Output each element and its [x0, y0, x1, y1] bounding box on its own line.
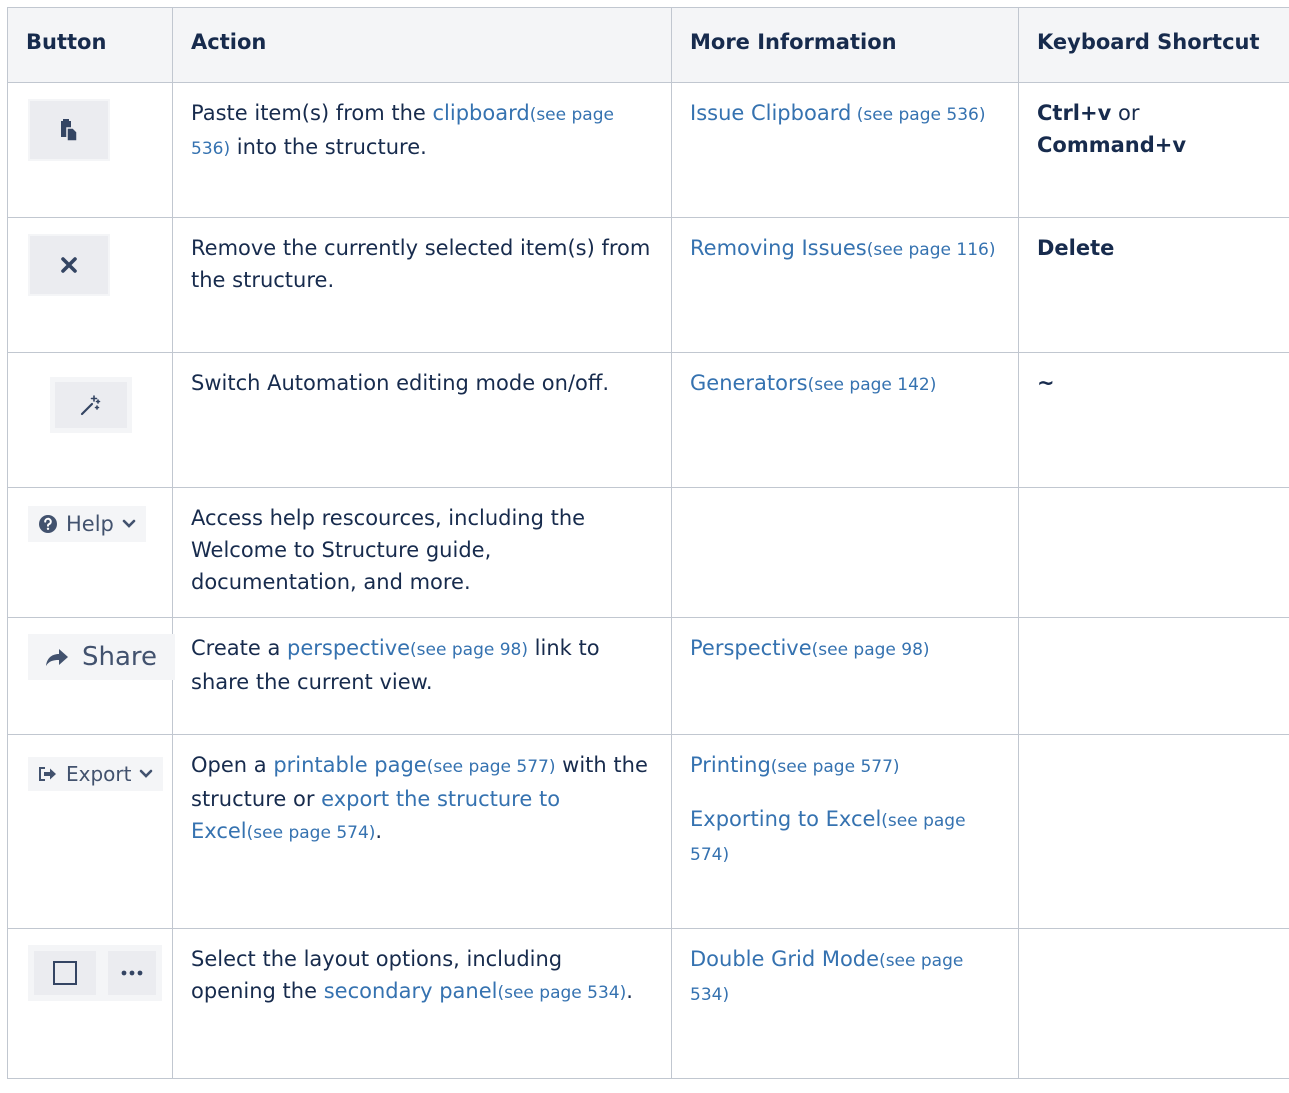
column-header-action: Action	[172, 7, 672, 83]
more-info-cell: Printing(see page 577) Exporting to Exce…	[671, 734, 1019, 929]
button-cell: Share	[7, 617, 176, 735]
remove-icon	[61, 257, 77, 273]
column-header-keyboard-shortcut: Keyboard Shortcut	[1018, 7, 1289, 83]
toolbar-reference-table: Button Action More Information Keyboard …	[7, 7, 1289, 1079]
chevron-down-icon	[122, 519, 136, 529]
table-row: Select the layout options, including ope…	[7, 928, 1289, 1079]
button-cell	[7, 82, 173, 218]
button-cell	[7, 352, 173, 488]
more-info-cell: Removing Issues(see page 116)	[671, 217, 1019, 353]
share-button[interactable]: Share	[28, 634, 176, 680]
more-options-button[interactable]	[108, 951, 156, 995]
shortcut-key: Command+v	[1037, 133, 1187, 157]
removing-issues-link[interactable]: Removing Issues	[690, 236, 867, 260]
share-button-label: Share	[82, 642, 158, 672]
column-header-button: Button	[7, 7, 173, 83]
page-ref[interactable]: (see page 116)	[867, 240, 996, 260]
page-ref[interactable]: (see page 534)	[497, 983, 626, 1003]
shortcut-cell: Delete	[1018, 217, 1289, 353]
shortcut-cell	[1018, 734, 1289, 929]
button-cell: Help	[7, 487, 173, 618]
paste-button[interactable]	[28, 99, 110, 161]
action-cell: Remove the currently selected item(s) fr…	[172, 217, 672, 353]
clipboard-link[interactable]: clipboard	[433, 101, 530, 125]
perspective-info-link[interactable]: Perspective	[690, 636, 812, 660]
table-row: Switch Automation editing mode on/off. G…	[7, 352, 1289, 488]
action-cell: Switch Automation editing mode on/off.	[172, 352, 672, 488]
share-arrow-icon	[44, 646, 70, 668]
question-circle-icon	[38, 514, 58, 534]
action-cell: Access help rescources, including the We…	[172, 487, 672, 618]
more-info-cell: Double Grid Mode(see page 534)	[671, 928, 1019, 1079]
square-icon	[53, 961, 77, 985]
chevron-down-icon	[139, 769, 153, 779]
shortcut-cell: ~	[1018, 352, 1289, 488]
table-header-row: Button Action More Information Keyboard …	[7, 7, 1289, 83]
shortcut-key: Delete	[1037, 236, 1115, 260]
button-cell	[7, 217, 173, 353]
table-row: Paste item(s) from the clipboard(see pag…	[7, 82, 1289, 218]
action-cell: Select the layout options, including ope…	[172, 928, 672, 1079]
printing-link[interactable]: Printing	[690, 753, 771, 777]
shortcut-cell	[1018, 617, 1289, 735]
table-row: Export Open a printable page(see page 57…	[7, 734, 1289, 929]
table-row: Remove the currently selected item(s) fr…	[7, 217, 1289, 353]
generators-link[interactable]: Generators	[690, 371, 808, 395]
shortcut-cell	[1018, 487, 1289, 618]
exporting-to-excel-link[interactable]: Exporting to Excel	[690, 807, 881, 831]
page-ref[interactable]: (see page 577)	[771, 757, 900, 777]
shortcut-key: Ctrl+v	[1037, 101, 1112, 125]
double-grid-mode-link[interactable]: Double Grid Mode	[690, 947, 879, 971]
table-row: Help Access help rescources, including t…	[7, 487, 1289, 618]
page-ref[interactable]: (see page 142)	[808, 375, 937, 395]
printable-page-link[interactable]: printable page	[273, 753, 426, 777]
layout-options-group	[28, 945, 162, 1001]
remove-button[interactable]	[28, 234, 110, 296]
page-ref[interactable]: (see page 577)	[427, 757, 556, 777]
more-info-entry: Exporting to Excel(see page 574)	[690, 803, 1000, 871]
button-cell: Export	[7, 734, 173, 929]
more-info-cell: Perspective(see page 98)	[671, 617, 1019, 735]
magic-wand-icon	[80, 395, 101, 416]
action-cell: Create a perspective(see page 98) link t…	[172, 617, 672, 735]
page-ref[interactable]: (see page 98)	[812, 640, 930, 660]
page-ref[interactable]: (see page 98)	[410, 640, 528, 660]
more-info-cell: Generators(see page 142)	[671, 352, 1019, 488]
secondary-panel-link[interactable]: secondary panel	[324, 979, 498, 1003]
help-button[interactable]: Help	[28, 506, 146, 542]
automation-mode-button[interactable]	[50, 377, 132, 433]
export-icon	[38, 766, 58, 782]
more-info-entry: Printing(see page 577)	[690, 749, 1000, 783]
page-ref[interactable]: (see page 536)	[851, 105, 986, 125]
action-cell: Open a printable page(see page 577) with…	[172, 734, 672, 929]
action-cell: Paste item(s) from the clipboard(see pag…	[172, 82, 672, 218]
column-header-more-information: More Information	[671, 7, 1019, 83]
issue-clipboard-link[interactable]: Issue Clipboard	[690, 101, 851, 125]
more-info-cell: Issue Clipboard (see page 536)	[671, 82, 1019, 218]
shortcut-key: ~	[1037, 371, 1055, 395]
shortcut-cell: Ctrl+v or Command+v	[1018, 82, 1289, 218]
perspective-link[interactable]: perspective	[287, 636, 410, 660]
page-ref[interactable]: (see page 574)	[247, 823, 376, 843]
help-button-label: Help	[66, 512, 114, 536]
button-cell	[7, 928, 173, 1079]
more-info-cell	[671, 487, 1019, 618]
table-row: Share Create a perspective(see page 98) …	[7, 617, 1289, 735]
shortcut-cell	[1018, 928, 1289, 1079]
ellipsis-icon	[121, 970, 143, 976]
paste-icon	[61, 119, 78, 141]
export-button[interactable]: Export	[28, 757, 164, 791]
layout-button[interactable]	[34, 951, 96, 995]
export-button-label: Export	[66, 762, 132, 786]
